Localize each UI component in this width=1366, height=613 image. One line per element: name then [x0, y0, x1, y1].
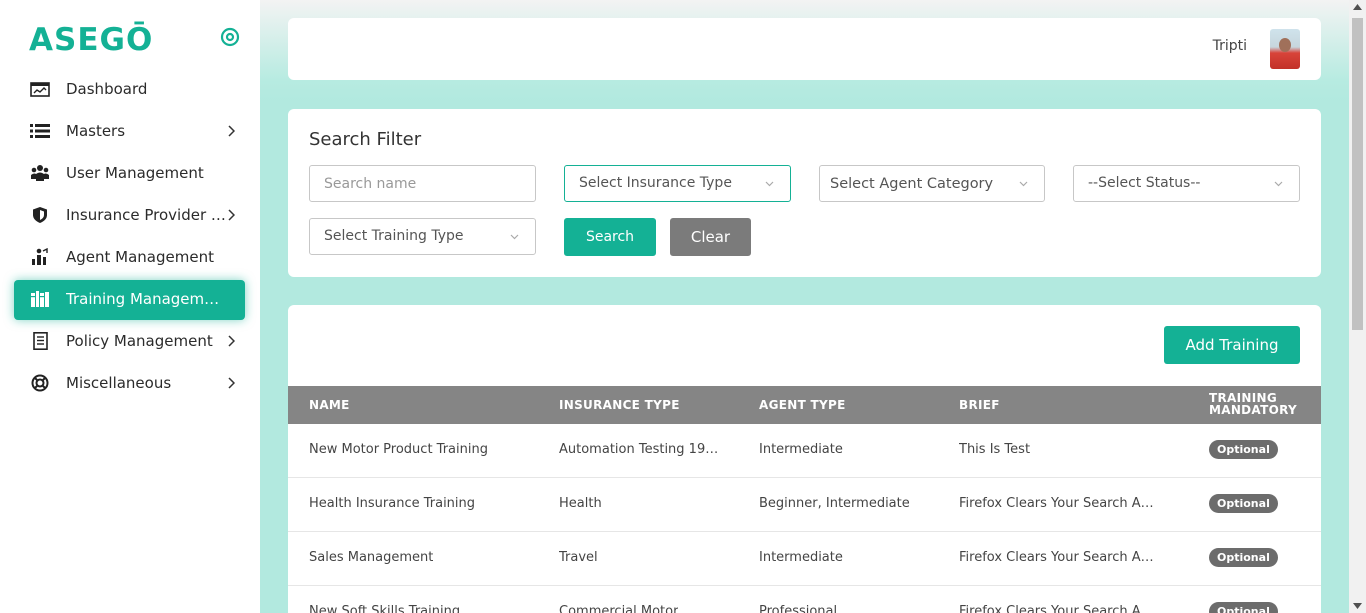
- chevron-right-icon: [228, 335, 235, 347]
- filter-title: Search Filter: [309, 129, 422, 150]
- cell-agent-type: Beginner, Intermediate: [759, 496, 910, 511]
- list-icon: [30, 124, 50, 138]
- sidebar-item-label: Agent Management: [66, 248, 214, 266]
- training-table-panel: Add Training NAME INSURANCE TYPE AGENT T…: [288, 305, 1321, 613]
- logo[interactable]: ASEGŌ: [29, 22, 153, 58]
- chevron-down-icon: [1019, 181, 1028, 187]
- cell-brief: Firefox Clears Your Search A…: [959, 496, 1154, 511]
- sidebar-item-miscellaneous[interactable]: Miscellaneous: [0, 362, 260, 404]
- cell-agent-type: Intermediate: [759, 550, 843, 565]
- table-header: NAME INSURANCE TYPE AGENT TYPE BRIEF TRA…: [288, 386, 1321, 424]
- sidebar-item-policy-management[interactable]: Policy Management: [0, 320, 260, 362]
- status-badge: Optional: [1209, 548, 1278, 567]
- sidebar-item-insurance-provider[interactable]: Insurance Provider Management: [0, 194, 260, 236]
- scroll-down-arrow-icon[interactable]: [1353, 603, 1362, 609]
- cell-insurance-type: Travel: [559, 550, 598, 565]
- books-icon: [31, 291, 49, 307]
- sidebar-item-label: Miscellaneous: [66, 374, 172, 392]
- search-name-field: [309, 165, 536, 202]
- column-header-brief[interactable]: BRIEF: [959, 398, 1000, 412]
- table-row[interactable]: Health Insurance Training Health Beginne…: [288, 478, 1321, 532]
- page-scrollbar[interactable]: [1349, 0, 1366, 613]
- table-row[interactable]: Sales Management Travel Intermediate Fir…: [288, 532, 1321, 586]
- status-select[interactable]: --Select Status--: [1073, 165, 1300, 202]
- cell-name: New Motor Product Training: [309, 442, 488, 457]
- sidebar-item-training-management[interactable]: Training Management: [0, 278, 260, 320]
- document-icon: [33, 332, 48, 350]
- agent-icon: [32, 248, 48, 265]
- sidebar-item-label: Masters: [66, 122, 126, 140]
- chevron-right-icon: [228, 125, 235, 137]
- column-header-insurance-type[interactable]: INSURANCE TYPE: [559, 398, 680, 412]
- agent-category-select[interactable]: Select Agent Category: [819, 165, 1045, 202]
- sidebar-item-user-management[interactable]: User Management: [0, 152, 260, 194]
- chevron-right-icon: [228, 377, 235, 389]
- search-name-input[interactable]: [310, 166, 535, 201]
- training-type-value: Select Training Type: [324, 228, 464, 244]
- sidebar-item-label: Policy Management: [66, 332, 213, 350]
- sidebar-item-label: Dashboard: [66, 80, 148, 98]
- insurance-type-value: Select Insurance Type: [579, 175, 732, 191]
- table-row[interactable]: New Motor Product Training Automation Te…: [288, 424, 1321, 478]
- sidebar-nav: Dashboard Masters User Management Insura…: [0, 68, 260, 404]
- cell-brief: Firefox Clears Your Search A…: [959, 604, 1154, 613]
- search-button[interactable]: Search: [564, 218, 656, 256]
- chevron-down-icon: [1274, 181, 1283, 187]
- sidebar-item-label: Insurance Provider Management: [66, 206, 228, 224]
- cell-brief: Firefox Clears Your Search A…: [959, 550, 1154, 565]
- chevron-down-icon: [510, 234, 519, 240]
- agent-category-value: Select Agent Category: [830, 176, 994, 192]
- column-header-training-mandatory[interactable]: TRAINING MANDATORY: [1209, 392, 1309, 416]
- sidebar-item-agent-management[interactable]: Agent Management: [0, 236, 260, 278]
- cell-insurance-type: Health: [559, 496, 602, 511]
- status-badge: Optional: [1209, 494, 1278, 513]
- sidebar-item-masters[interactable]: Masters: [0, 110, 260, 152]
- status-badge: Optional: [1209, 602, 1278, 613]
- lifebuoy-icon: [31, 374, 49, 392]
- scroll-up-arrow-icon[interactable]: [1353, 4, 1362, 10]
- main-content: Tripti Search Filter Select Insurance Ty…: [260, 0, 1349, 613]
- users-icon: [31, 165, 49, 181]
- top-header: Tripti: [288, 18, 1321, 80]
- cell-insurance-type: Commercial Motor: [559, 604, 679, 613]
- cell-agent-type: Intermediate: [759, 442, 843, 457]
- cell-name: Health Insurance Training: [309, 496, 476, 511]
- table-row[interactable]: New Soft Skills Training Commercial Moto…: [288, 586, 1321, 613]
- insurance-type-select[interactable]: Select Insurance Type: [564, 165, 791, 202]
- scroll-thumb[interactable]: [1352, 18, 1363, 330]
- settings-icon[interactable]: [220, 27, 240, 47]
- training-type-select[interactable]: Select Training Type: [309, 218, 536, 255]
- user-name[interactable]: Tripti: [1213, 38, 1247, 54]
- cell-insurance-type: Automation Testing 19…: [559, 442, 719, 457]
- sidebar: ASEGŌ Dashboard Masters User Management …: [0, 0, 260, 613]
- chevron-down-icon: [765, 181, 774, 187]
- clear-button[interactable]: Clear: [670, 218, 751, 256]
- cell-agent-type: Professional: [759, 604, 838, 613]
- add-training-button[interactable]: Add Training: [1164, 326, 1300, 364]
- column-header-name[interactable]: NAME: [309, 398, 350, 412]
- cell-name: New Soft Skills Training: [309, 604, 461, 613]
- status-badge: Optional: [1209, 440, 1278, 459]
- search-filter-panel: Search Filter Select Insurance Type Sele…: [288, 109, 1321, 277]
- dashboard-icon: [30, 82, 50, 97]
- cell-brief: This Is Test: [959, 442, 1031, 457]
- shield-icon: [33, 207, 47, 223]
- chevron-right-icon: [228, 209, 235, 221]
- avatar[interactable]: [1270, 29, 1300, 69]
- cell-name: Sales Management: [309, 550, 434, 565]
- sidebar-item-label: User Management: [66, 164, 204, 182]
- column-header-agent-type[interactable]: AGENT TYPE: [759, 398, 846, 412]
- status-value: --Select Status--: [1088, 175, 1201, 191]
- sidebar-item-dashboard[interactable]: Dashboard: [0, 68, 260, 110]
- sidebar-item-label: Training Management: [66, 290, 226, 308]
